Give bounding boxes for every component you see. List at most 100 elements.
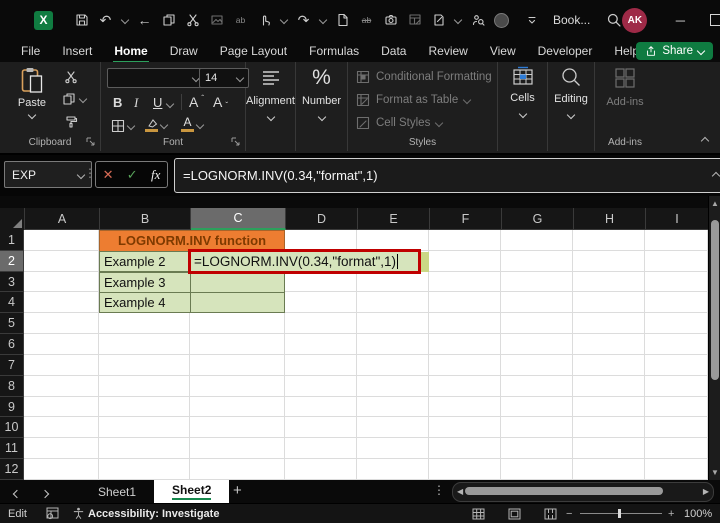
expand-formula-bar-icon[interactable]: [711, 171, 720, 180]
row-header-11[interactable]: 11: [0, 438, 24, 460]
row-header-12[interactable]: 12: [0, 459, 24, 480]
paste-button[interactable]: Paste: [10, 67, 54, 120]
grid-cell[interactable]: [429, 292, 501, 314]
grid-cell[interactable]: [190, 417, 285, 439]
zoom-slider[interactable]: [580, 504, 662, 523]
borders-button[interactable]: [111, 119, 136, 133]
grid-cell[interactable]: [285, 292, 357, 314]
grid-cell[interactable]: [190, 459, 285, 480]
cell-b4[interactable]: Example 4: [99, 292, 191, 314]
grid-cell[interactable]: [645, 375, 708, 397]
grid-cell[interactable]: [573, 313, 645, 335]
grid-cell[interactable]: [573, 417, 645, 439]
grid-cell[interactable]: [429, 417, 501, 439]
document-title[interactable]: Book...: [553, 13, 590, 27]
cell-c4[interactable]: [190, 292, 285, 314]
scroll-right-icon[interactable]: ▶: [703, 487, 709, 496]
grid-cell[interactable]: [501, 313, 573, 335]
grid-cell[interactable]: [573, 459, 645, 480]
underline-button[interactable]: U: [153, 95, 162, 110]
grid-cell[interactable]: [99, 396, 190, 418]
column-header-h[interactable]: H: [574, 208, 646, 230]
vertical-scrollbar[interactable]: ▲ ▼: [708, 196, 720, 480]
grid-cell[interactable]: [99, 354, 190, 376]
qat-overflow-icon[interactable]: [524, 13, 539, 28]
grid-cell[interactable]: [501, 250, 573, 272]
grid-cell[interactable]: [285, 417, 357, 439]
grid-cell[interactable]: [285, 438, 357, 460]
save-icon[interactable]: [74, 13, 89, 28]
grid-cell[interactable]: [429, 375, 501, 397]
decrease-font-button[interactable]: Aˇ: [213, 94, 228, 110]
grid-cell[interactable]: [357, 396, 429, 418]
scroll-up-icon[interactable]: ▲: [711, 199, 719, 208]
column-header-f[interactable]: F: [430, 208, 502, 230]
grid-cell[interactable]: [573, 334, 645, 355]
share-button[interactable]: Share: [636, 42, 713, 60]
new-document-icon[interactable]: [335, 13, 350, 28]
grid-cell[interactable]: [24, 417, 99, 439]
fill-color-button[interactable]: [145, 118, 169, 132]
grid-cell[interactable]: [645, 313, 708, 335]
tab-file[interactable]: File: [10, 41, 51, 61]
grid-cell[interactable]: [573, 354, 645, 376]
grid-cell[interactable]: [645, 438, 708, 460]
grid-cell[interactable]: [190, 375, 285, 397]
undo-icon[interactable]: ↶: [98, 12, 113, 28]
grid-cell[interactable]: [24, 271, 99, 293]
grid-cell[interactable]: [501, 375, 573, 397]
row-header-4[interactable]: 4: [0, 292, 24, 314]
italic-button[interactable]: I: [134, 95, 138, 111]
copy-icon[interactable]: [161, 13, 176, 28]
grid-cell[interactable]: [573, 250, 645, 272]
grid-cell[interactable]: [285, 313, 357, 335]
grid-cell[interactable]: [357, 230, 429, 251]
grid-cell[interactable]: [24, 250, 99, 272]
minimize-button[interactable]: ─: [665, 5, 695, 35]
zoom-out-button[interactable]: −: [566, 504, 572, 523]
name-box[interactable]: EXP: [4, 161, 92, 188]
cell-b3[interactable]: Example 3: [99, 271, 191, 293]
tab-developer[interactable]: Developer: [527, 41, 604, 61]
touch-mode-icon[interactable]: [257, 13, 272, 28]
column-header-g[interactable]: G: [502, 208, 574, 230]
horizontal-scroll-thumb[interactable]: [465, 487, 663, 495]
grid-cell[interactable]: [429, 230, 501, 251]
row-header-10[interactable]: 10: [0, 417, 24, 439]
editing-button[interactable]: Editing: [548, 66, 594, 120]
zoom-in-button[interactable]: +: [668, 504, 674, 523]
tab-home[interactable]: Home: [103, 41, 158, 63]
redo-dropdown-icon[interactable]: [318, 15, 328, 25]
camera-icon[interactable]: [383, 13, 398, 28]
view-page-break-icon[interactable]: [544, 504, 557, 523]
grid-cell[interactable]: [645, 250, 708, 272]
grid-cell[interactable]: [357, 334, 429, 355]
grid-cell[interactable]: [99, 375, 190, 397]
increase-font-button[interactable]: Aˆ: [189, 94, 204, 111]
row-header-3[interactable]: 3: [0, 271, 24, 293]
collapse-ribbon-icon[interactable]: [700, 136, 710, 146]
row-header-2[interactable]: 2: [0, 250, 24, 272]
tab-review[interactable]: Review: [417, 41, 478, 61]
cut-icon[interactable]: [185, 13, 200, 28]
grid-cell[interactable]: [357, 354, 429, 376]
pane-splitter-handle[interactable]: ⋮: [433, 483, 445, 497]
grid-cell[interactable]: [429, 271, 501, 293]
column-header-d[interactable]: D: [286, 208, 358, 230]
grid-cell[interactable]: [501, 334, 573, 355]
confirm-entry-icon[interactable]: ✓: [127, 167, 138, 183]
grid-cell[interactable]: [573, 292, 645, 314]
sheet-nav-left-icon[interactable]: [12, 484, 22, 502]
grid-cell[interactable]: [501, 271, 573, 293]
grid-cell[interactable]: [429, 396, 501, 418]
grid-cell[interactable]: [190, 354, 285, 376]
grid-cell[interactable]: [429, 334, 501, 355]
view-normal-icon[interactable]: [472, 504, 485, 523]
grid-cell[interactable]: [501, 230, 573, 251]
tab-page-layout[interactable]: Page Layout: [209, 41, 298, 61]
row-header-9[interactable]: 9: [0, 396, 24, 418]
grid-cell[interactable]: [190, 438, 285, 460]
cell-c2-editing[interactable]: =LOGNORM.INV(0.34,"format",1): [188, 249, 421, 274]
cell-c3[interactable]: [190, 271, 285, 293]
grid-cell[interactable]: [429, 459, 501, 480]
